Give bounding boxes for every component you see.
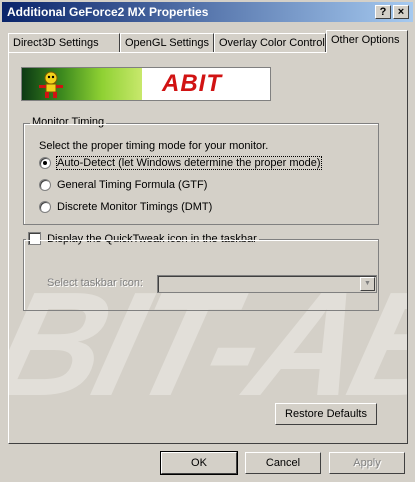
apply-button[interactable]: Apply [329,452,405,474]
cancel-button[interactable]: Cancel [245,452,321,474]
mascot-icon [39,71,63,98]
chevron-down-icon[interactable]: ▼ [360,277,375,291]
tab-label: Overlay Color Control [219,37,325,49]
radio-label: Discrete Monitor Timings (DMT) [57,201,213,213]
radio-gtf[interactable]: General Timing Formula (GTF) [39,177,207,193]
quicktweak-checkbox-label: Display the QuickTweak icon in the taskb… [47,232,257,245]
help-icon: ? [379,6,387,18]
tab-label: Other Options [331,34,400,46]
tab-page-other-options: BIT-AB ABIT Monitor Timing Select the pr… [8,52,408,444]
help-button[interactable]: ? [375,5,391,19]
close-icon: × [397,6,405,18]
radio-label: Auto-Detect (let Windows determine the p… [56,156,322,170]
ok-label: OK [191,457,207,469]
radio-auto-detect[interactable]: Auto-Detect (let Windows determine the p… [39,155,322,171]
radio-label: General Timing Formula (GTF) [57,179,208,191]
tab-opengl-settings[interactable]: OpenGL Settings [120,33,214,52]
tab-label: OpenGL Settings [125,37,209,49]
cancel-label: Cancel [265,457,301,469]
abit-logo: ABIT [162,70,222,97]
radio-button-icon[interactable] [39,201,51,213]
properties-dialog: Additional GeForce2 MX Properties ? × Di… [0,0,415,482]
radio-button-icon[interactable] [39,157,51,169]
quicktweak-checkbox-row[interactable]: Display the QuickTweak icon in the taskb… [26,232,259,245]
tab-direct3d-settings[interactable]: Direct3D Settings [8,33,120,52]
window-title: Additional GeForce2 MX Properties [7,5,209,19]
tab-other-options[interactable]: Other Options [326,30,408,53]
close-button[interactable]: × [393,5,409,19]
taskbar-icon-select[interactable]: ▼ [157,275,377,293]
select-taskbar-icon-label: Select taskbar icon: [47,277,143,289]
restore-defaults-label: Restore Defaults [285,408,367,420]
radio-dmt[interactable]: Discrete Monitor Timings (DMT) [39,199,212,215]
apply-label: Apply [353,457,381,469]
restore-defaults-button[interactable]: Restore Defaults [275,403,377,425]
tab-label: Direct3D Settings [13,37,99,49]
ok-button[interactable]: OK [160,451,238,475]
monitor-timing-label: Monitor Timing [30,116,107,128]
tab-strip: Direct3D Settings OpenGL Settings Overla… [8,30,408,53]
quicktweak-checkbox[interactable] [28,232,41,245]
tab-overlay-color-control[interactable]: Overlay Color Control [214,33,326,52]
radio-button-icon[interactable] [39,179,51,191]
title-bar[interactable]: Additional GeForce2 MX Properties ? × [2,2,413,22]
monitor-timing-description: Select the proper timing mode for your m… [39,140,269,152]
abit-banner: ABIT [21,67,271,101]
